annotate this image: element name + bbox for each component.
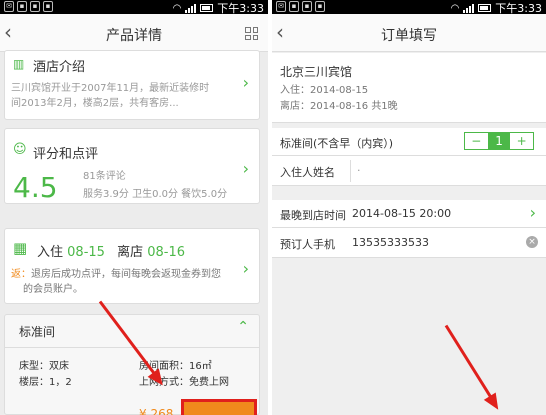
notification-icon: ✉ [276, 1, 286, 12]
guest-name-label: 入住人姓名 [280, 166, 335, 179]
status-bar: ✉ ▪ ▪ ▪ ◠ 下午3:33 [272, 0, 546, 15]
quantity-value: 1 [487, 133, 511, 149]
book-button[interactable] [181, 399, 257, 415]
phone-row: 预订人手机 13535333533 × [272, 228, 546, 258]
signal-icon [185, 3, 197, 13]
calendar-icon: ▦ [13, 239, 28, 257]
hotel-summary: 北京三川宾馆 入住：2014-08-15 离店：2014-08-16 共1晚 [272, 53, 546, 123]
notification-icon: ▪ [289, 1, 299, 12]
review-count: 81条评论 [83, 171, 126, 182]
room-price: ¥ 268 [139, 407, 174, 415]
rating-score: 4.5 [13, 171, 58, 204]
guest-name-field[interactable]: · [350, 160, 542, 182]
date-row: 入住 08-15 离店 08-16 [37, 241, 185, 260]
arrival-label: 最晚到店时间 [280, 209, 346, 222]
wifi-icon: ◠ [172, 2, 182, 14]
page-title: 产品详情 [106, 28, 162, 44]
room-type: 标准间(不含早（内宾）) [280, 137, 394, 150]
checkout-label: 离店： [280, 101, 310, 112]
page-title: 订单填写 [381, 28, 437, 44]
clear-icon[interactable]: × [526, 236, 538, 248]
room-card: 标准间 ⌃ 床型：双床 房间面积：16㎡ 楼层：1，2 上网方式：免费上网 ¥ … [4, 314, 260, 415]
promo-text: 的会员账户。 [23, 284, 83, 295]
quantity-stepper: − 1 + [464, 132, 534, 150]
status-bar: ✉ ▪ ▪ ▪ ◠ 下午3:33 [0, 0, 268, 15]
chevron-right-icon: › [242, 73, 249, 92]
nav-bar: ‹ 订单填写 [272, 14, 546, 52]
checkin-label: 入住 [37, 245, 64, 260]
notification-icon: ✉ [4, 1, 14, 12]
battery-icon [478, 4, 492, 12]
arrival-value: 2014-08-15 20:00 [352, 207, 452, 220]
review-card[interactable]: ☺ 评分和点评 4.5 81条评论 服务3.9分 卫生0.0分 餐饮5.0分 › [4, 128, 260, 204]
hotel-name: 北京三川宾馆 [280, 65, 353, 79]
notification-icon: ▪ [43, 1, 53, 12]
intro-text: 间2013年2月，楼高2层，共有客房... [11, 98, 179, 109]
notification-icon: ▪ [30, 1, 40, 12]
notification-icon: ▪ [315, 1, 325, 12]
collapse-icon[interactable]: ⌃ [237, 319, 249, 335]
room-name: 标准间 [19, 325, 56, 339]
order-form-screen: ✉ ▪ ▪ ▪ ◠ 下午3:33 ‹ 订单填写 北京三川宾馆 入住：2014-0… [272, 0, 546, 415]
annotation-arrowhead [483, 392, 505, 414]
bed-type: 床型：双床 [19, 361, 69, 372]
checkin-date: 2014-08-15 [310, 85, 369, 96]
phone-label: 预订人手机 [280, 238, 335, 251]
checkout-date: 08-16 [147, 245, 186, 260]
wifi-icon: ◠ [450, 2, 460, 14]
floor: 楼层：1，2 [19, 377, 72, 388]
promo-text: 退房后成功点评，每间每晚会返现金券到您 [31, 269, 221, 280]
checkin-label: 入住： [280, 85, 310, 96]
nights: 共1晚 [371, 101, 398, 112]
checkin-date: 08-15 [67, 245, 105, 260]
smile-icon: ☺ [13, 142, 27, 157]
grid-menu-icon[interactable] [245, 27, 258, 40]
phone-field[interactable]: 13535333533 [352, 236, 429, 249]
checkout-label: 离店 [117, 245, 144, 260]
arrival-time-row[interactable]: 最晚到店时间 2014-08-15 20:00 › [272, 200, 546, 228]
promo-prefix: 返： [11, 269, 31, 280]
notification-icon: ▪ [302, 1, 312, 12]
review-heading: 评分和点评 [33, 147, 99, 162]
chevron-right-icon: › [242, 159, 249, 178]
product-detail-screen: ✉ ▪ ▪ ▪ ◠ 下午3:33 ‹ 产品详情 ▥ 酒店介绍 三川宾馆开业于20… [0, 0, 268, 415]
signal-icon [463, 3, 475, 13]
room-quantity-row: 标准间(不含早（内宾）) − 1 + [272, 128, 546, 156]
battery-icon [200, 4, 214, 12]
hotel-icon: ▥ [13, 57, 25, 71]
guest-name-row: 入住人姓名 · [272, 156, 546, 186]
chevron-right-icon: › [242, 259, 249, 278]
decrement-button[interactable]: − [465, 133, 488, 149]
checkout-date: 2014-08-16 [310, 101, 369, 112]
intro-heading: 酒店介绍 [33, 60, 86, 75]
notification-icon: ▪ [17, 1, 27, 12]
intro-text: 三川宾馆开业于2007年11月，最新近装修时 [11, 83, 210, 94]
annotation-arrow [444, 324, 497, 405]
date-card[interactable]: ▦ 入住 08-15 离店 08-16 返：退房后成功点评，每间每晚会返现金券到… [4, 228, 260, 304]
increment-button[interactable]: + [510, 133, 533, 149]
hotel-intro-card[interactable]: ▥ 酒店介绍 三川宾馆开业于2007年11月，最新近装修时 间2013年2月，楼… [4, 50, 260, 120]
nav-bar: ‹ 产品详情 [0, 14, 268, 52]
review-breakdown: 服务3.9分 卫生0.0分 餐饮5.0分 [83, 189, 228, 200]
chevron-right-icon: › [529, 203, 536, 222]
